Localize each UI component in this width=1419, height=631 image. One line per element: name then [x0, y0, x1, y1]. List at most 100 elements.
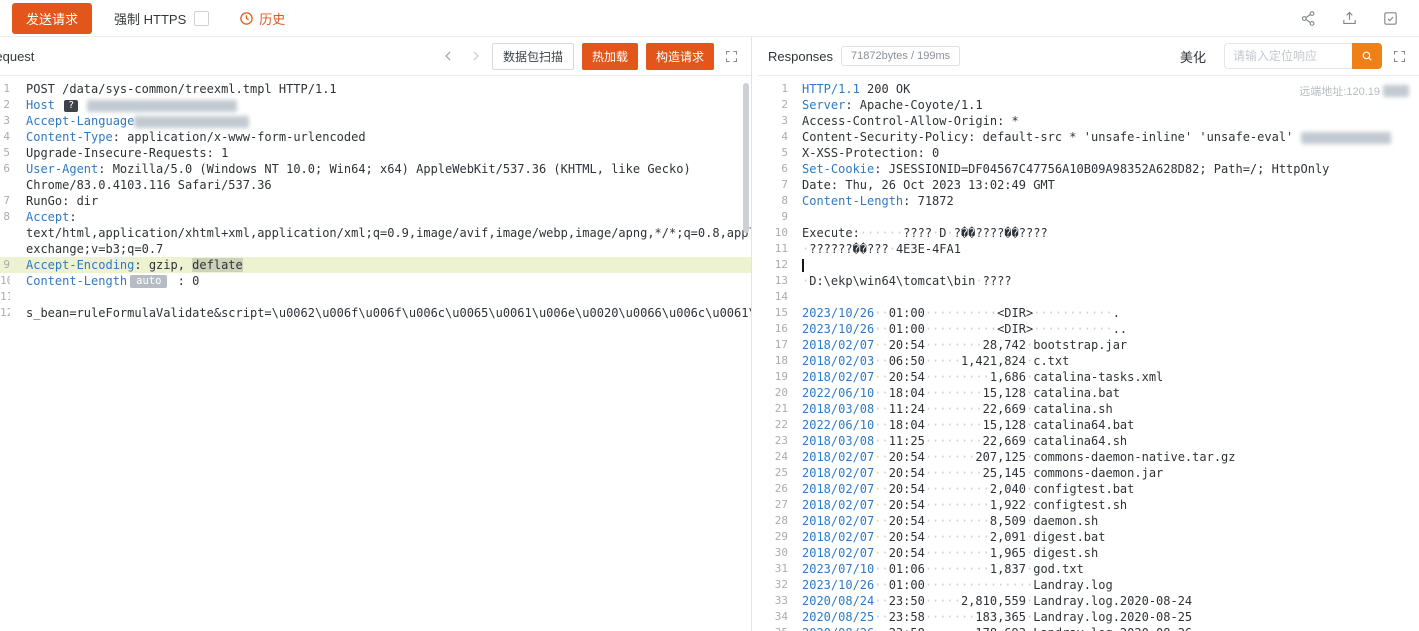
code-segment: ··: [874, 370, 888, 384]
code-text[interactable]: [788, 289, 1419, 305]
code-text[interactable]: 2020/08/24··23:50·····2,810,559·Landray.…: [788, 593, 1419, 609]
code-segment: 2,810,559: [961, 594, 1026, 608]
build-request-button[interactable]: 构造请求: [646, 43, 714, 70]
code-text[interactable]: 2018/02/07··20:54·········2,040·configte…: [788, 481, 1419, 497]
code-text[interactable]: Upgrade-Insecure-Requests: 1: [10, 145, 751, 161]
code-text[interactable]: 2018/02/07··20:54·········1,922·configte…: [788, 497, 1419, 513]
code-segment: ··: [874, 434, 888, 448]
code-text[interactable]: ·D:\ekp\win64\tomcat\bin·????: [788, 273, 1419, 289]
prev-request-button[interactable]: [440, 49, 458, 63]
code-text[interactable]: Accept: text/html,application/xhtml+xml,…: [10, 209, 751, 257]
code-line: 182018/02/03··06:50·····1,421,824·c.txt: [758, 353, 1419, 369]
code-segment: ··········: [925, 322, 997, 336]
code-segment: ··: [874, 610, 888, 624]
response-code-viewer[interactable]: 1HTTP/1.1 200 OK2Server: Apache-Coyote/1…: [758, 76, 1419, 631]
code-text[interactable]: POST /data/sys-common/treexml.tmpl HTTP/…: [10, 81, 751, 97]
code-segment: Server: [802, 98, 845, 112]
code-line: 4Content-Type: application/x-www-form-ur…: [0, 129, 751, 145]
hot-reload-button[interactable]: 热加载: [582, 43, 638, 70]
packet-scan-button[interactable]: 数据包扫描: [492, 43, 574, 70]
code-text[interactable]: Access-Control-Allow-Origin: *: [788, 113, 1419, 129]
code-text[interactable]: 2018/02/07··20:54·········8,509·daemon.s…: [788, 513, 1419, 529]
force-https-checkbox[interactable]: [194, 11, 209, 26]
code-text[interactable]: Content-Security-Policy: default-src * '…: [788, 129, 1419, 145]
code-text[interactable]: Accept-Language: [10, 113, 751, 129]
code-text[interactable]: 2023/10/26··01:00···············Landray.…: [788, 577, 1419, 593]
report-button[interactable]: [1382, 10, 1399, 27]
code-line: 9Accept-Encoding: gzip, deflate: [0, 257, 751, 273]
code-text[interactable]: 2018/02/07··20:54·········1,965·digest.s…: [788, 545, 1419, 561]
code-text[interactable]: Date: Thu, 26 Oct 2023 13:02:49 GMT: [788, 177, 1419, 193]
main-split: Request 数据包扫描 热加载 构造请求: [0, 37, 1419, 631]
code-segment: ·······: [925, 610, 976, 624]
code-text[interactable]: 2018/02/07··20:54·······207,125·commons-…: [788, 449, 1419, 465]
code-text[interactable]: RunGo: dir: [10, 193, 751, 209]
code-text[interactable]: X-XSS-Protection: 0: [788, 145, 1419, 161]
request-header-actions: 数据包扫描 热加载 构造请求: [440, 43, 741, 70]
code-line: 10Execute:······????·D·?��????��????: [758, 225, 1419, 241]
beautify-button[interactable]: 美化: [1180, 47, 1206, 66]
code-text[interactable]: Server: Apache-Coyote/1.1: [788, 97, 1419, 113]
code-text[interactable]: 2018/02/07··20:54·········2,091·digest.b…: [788, 529, 1419, 545]
code-text[interactable]: 2023/10/26··01:00··········<DIR>········…: [788, 321, 1419, 337]
code-text[interactable]: 2022/06/10··18:04········15,128·catalina…: [788, 417, 1419, 433]
code-line: 3Accept-Language: [0, 113, 751, 129]
response-search-button[interactable]: [1352, 43, 1382, 69]
code-text[interactable]: 2020/08/25··23:58·······183,365·Landray.…: [788, 609, 1419, 625]
code-segment: 2,091: [990, 530, 1026, 544]
code-text[interactable]: [788, 209, 1419, 225]
code-segment: 2018/02/07: [802, 514, 874, 528]
code-text[interactable]: 2023/07/10··01:06·········1,837·god.txt: [788, 561, 1419, 577]
send-request-button[interactable]: 发送请求: [12, 3, 92, 34]
code-segment: catalina-tasks.xml: [1033, 370, 1163, 384]
code-line: 302018/02/07··20:54·········1,965·digest…: [758, 545, 1419, 561]
next-request-button[interactable]: [466, 49, 484, 63]
response-header-actions: 美化: [1180, 43, 1409, 69]
code-line: 5Upgrade-Insecure-Requests: 1: [0, 145, 751, 161]
code-segment: ··: [874, 354, 888, 368]
code-text[interactable]: 2023/10/26··01:00··········<DIR>········…: [788, 305, 1419, 321]
code-segment: 23:58: [889, 610, 925, 624]
code-text[interactable]: ·??????��???·4E3E-4FA1: [788, 241, 1419, 257]
code-segment: auto: [130, 275, 167, 288]
code-segment: 23:50: [889, 594, 925, 608]
code-text[interactable]: User-Agent: Mozilla/5.0 (Windows NT 10.0…: [10, 161, 751, 193]
share-button[interactable]: [1300, 10, 1317, 27]
code-text[interactable]: 2018/02/03··06:50·····1,421,824·c.txt: [788, 353, 1419, 369]
code-text[interactable]: Set-Cookie: JSESSIONID=DF04567C47756A10B…: [788, 161, 1419, 177]
request-code-editor[interactable]: 1POST /data/sys-common/treexml.tmpl HTTP…: [0, 76, 751, 631]
code-text[interactable]: 2018/02/07··20:54········28,742·bootstra…: [788, 337, 1419, 353]
code-text[interactable]: Accept-Encoding: gzip, deflate: [10, 257, 751, 273]
code-text[interactable]: Host ?: [10, 97, 751, 113]
code-segment: HTTP/1.1: [802, 82, 860, 96]
export-button[interactable]: [1341, 10, 1358, 27]
code-text[interactable]: Content-Type: application/x-www-form-url…: [10, 129, 751, 145]
code-text[interactable]: [788, 257, 1419, 273]
code-segment: 2018/03/08: [802, 434, 874, 448]
code-text[interactable]: 2020/08/26··23:58·······178,693·Landray.…: [788, 625, 1419, 631]
fullscreen-request-button[interactable]: [722, 49, 741, 64]
code-segment: : Apache-Coyote/1.1: [845, 98, 982, 112]
check-square-icon: [1382, 10, 1399, 27]
code-line: 222022/06/10··18:04········15,128·catali…: [758, 417, 1419, 433]
code-text[interactable]: 2018/03/08··11:25········22,669·catalina…: [788, 433, 1419, 449]
code-text[interactable]: 2018/02/07··20:54·········1,686·catalina…: [788, 369, 1419, 385]
code-text[interactable]: 2018/03/08··11:24········22,669·catalina…: [788, 401, 1419, 417]
code-text[interactable]: Execute:······????·D·?��????��????: [788, 225, 1419, 241]
code-segment: ·: [947, 226, 954, 240]
code-text[interactable]: s_bean=ruleFormulaValidate&script=\u0062…: [10, 305, 751, 321]
code-segment: 28,742: [983, 338, 1026, 352]
response-search-input[interactable]: [1224, 43, 1352, 69]
chevron-left-icon: [442, 49, 456, 63]
code-text[interactable]: 2018/02/07··20:54········25,145·commons-…: [788, 465, 1419, 481]
code-segment: 183,365: [975, 610, 1026, 624]
code-text[interactable]: Content-Lengthauto : 0: [10, 273, 751, 289]
code-segment: 2018/02/07: [802, 498, 874, 512]
code-text[interactable]: [10, 289, 751, 305]
history-button[interactable]: 历史: [239, 9, 285, 28]
code-line: 7Date: Thu, 26 Oct 2023 13:02:49 GMT: [758, 177, 1419, 193]
request-scrollbar[interactable]: [743, 83, 749, 233]
code-text[interactable]: Content-Length: 71872: [788, 193, 1419, 209]
fullscreen-response-button[interactable]: [1390, 49, 1409, 64]
code-text[interactable]: 2022/06/10··18:04········15,128·catalina…: [788, 385, 1419, 401]
